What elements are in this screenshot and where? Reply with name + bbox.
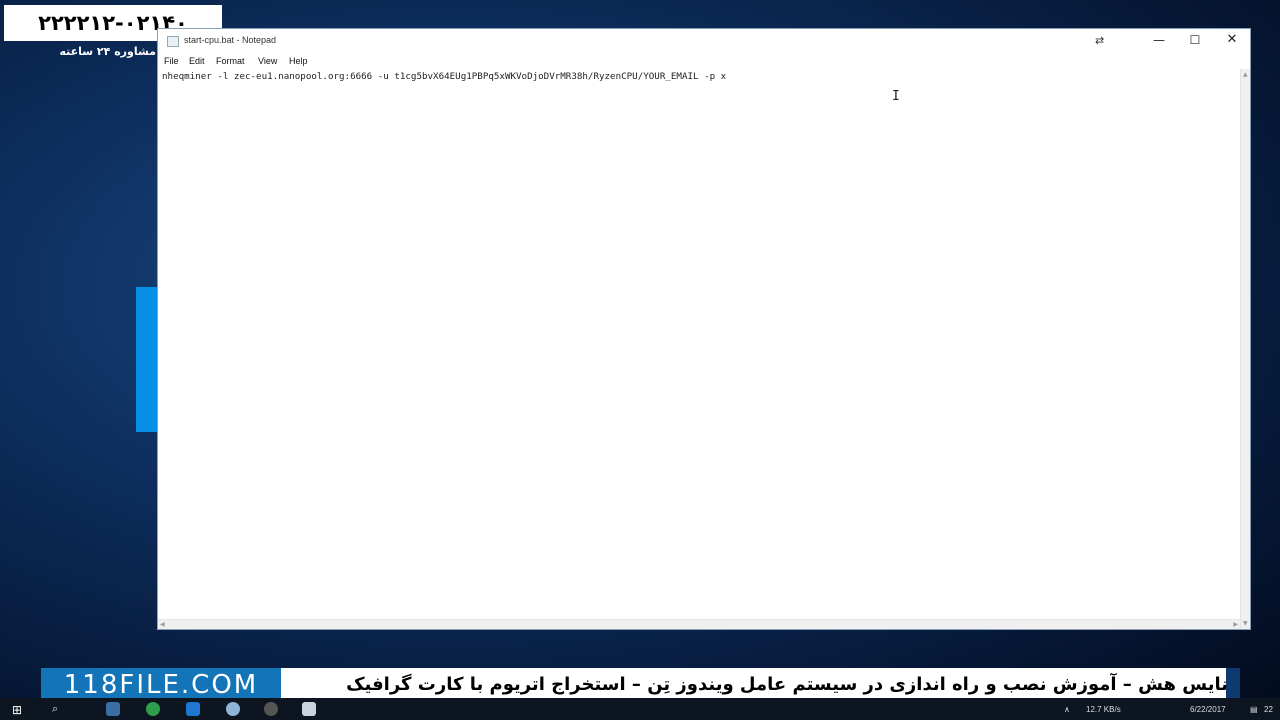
taskbar-app-notepad-icon[interactable] xyxy=(302,702,316,716)
menu-file[interactable]: File xyxy=(164,56,179,66)
taskbar-app-edge-icon[interactable] xyxy=(186,702,200,716)
banner-ticker-text: نایس هش – آموزش نصب و راه اندازی در سیست… xyxy=(346,674,1228,695)
taskbar-date[interactable]: 6/22/2017 xyxy=(1190,705,1226,714)
scroll-down-icon[interactable]: ▼ xyxy=(1243,620,1248,627)
minimize-button[interactable]: — xyxy=(1141,29,1177,51)
vertical-scrollbar[interactable]: ▲ ▼ xyxy=(1240,69,1250,629)
consult-overlay-text: مشاوره ۲۴ ساعته xyxy=(59,45,156,58)
text-cursor-icon: I xyxy=(892,89,900,104)
close-button[interactable]: ✕ xyxy=(1214,29,1250,51)
taskbar: ⊞ ⌕ ∧ 12.7 KB/s 6/22/2017 ▤ 22 xyxy=(0,698,1280,720)
snap-assist-icon[interactable]: ⇄ xyxy=(1095,34,1104,47)
scroll-up-icon[interactable]: ▲ xyxy=(1243,71,1248,78)
notepad-icon xyxy=(167,36,179,47)
notification-count: 22 xyxy=(1264,705,1273,714)
editor-text: nheqminer -l zec-eu1.nanopool.org:6666 -… xyxy=(162,71,727,82)
network-speed: 12.7 KB/s xyxy=(1086,705,1121,714)
taskbar-app-explorer-icon[interactable] xyxy=(106,702,120,716)
horizontal-scrollbar[interactable]: ◀ ▶ xyxy=(158,619,1240,629)
desktop-accent-tile xyxy=(136,287,158,432)
text-editor-area[interactable]: nheqminer -l zec-eu1.nanopool.org:6666 -… xyxy=(160,69,1240,617)
menu-help[interactable]: Help xyxy=(289,56,308,66)
banner-end-block xyxy=(1226,668,1240,702)
maximize-button[interactable]: ☐ xyxy=(1177,29,1213,51)
windows-start-icon[interactable]: ⊞ xyxy=(12,703,22,717)
menu-edit[interactable]: Edit xyxy=(189,56,205,66)
taskbar-app-chrome-icon[interactable] xyxy=(146,702,160,716)
tray-chevron-icon[interactable]: ∧ xyxy=(1064,705,1070,714)
title-bar[interactable]: start-cpu.bat - Notepad ⇄ — ☐ ✕ xyxy=(158,29,1250,53)
scroll-right-icon[interactable]: ▶ xyxy=(1233,621,1238,628)
notepad-window: start-cpu.bat - Notepad ⇄ — ☐ ✕ File Edi… xyxy=(157,28,1251,630)
menu-view[interactable]: View xyxy=(258,56,277,66)
action-center-icon[interactable]: ▤ xyxy=(1250,705,1258,714)
taskbar-app-generic-icon[interactable] xyxy=(226,702,240,716)
search-icon[interactable]: ⌕ xyxy=(52,702,58,716)
scroll-left-icon[interactable]: ◀ xyxy=(160,621,165,628)
bottom-banner: 118FILE.COM نایس هش – آموزش نصب و راه ان… xyxy=(41,668,1240,702)
taskbar-app-settings-icon[interactable] xyxy=(264,702,278,716)
menu-bar: File Edit Format View Help xyxy=(158,54,1250,69)
menu-format[interactable]: Format xyxy=(216,56,245,66)
window-title: start-cpu.bat - Notepad xyxy=(184,35,277,45)
banner-site-label: 118FILE.COM xyxy=(41,668,281,702)
